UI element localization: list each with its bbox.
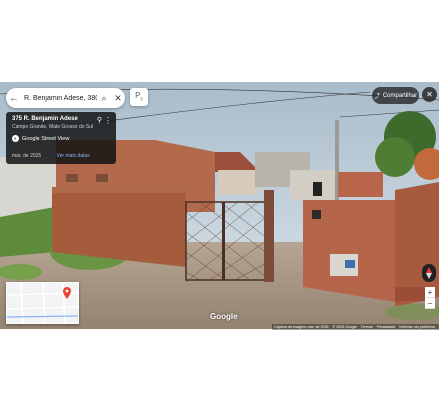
- card-city: Campo Grande, Mato Grosso do Sul: [12, 124, 94, 130]
- compass-icon[interactable]: [422, 264, 436, 282]
- search-bar[interactable]: ← R. Benjamin Adese, 380 - Jard ⌕ ✕: [6, 88, 125, 108]
- close-icon: ✕: [426, 90, 433, 99]
- map-footer: Captura da imagem: mar. de 2025 © 2025 G…: [272, 324, 439, 330]
- exit-street-view-button[interactable]: ✕: [422, 87, 437, 102]
- mini-map[interactable]: [6, 282, 79, 324]
- pegman-button[interactable]: Ps: [130, 88, 148, 106]
- search-icon[interactable]: ⌕: [97, 93, 111, 104]
- pegman-icon: Ps: [135, 91, 143, 103]
- copyright: © 2025 Google: [332, 325, 357, 329]
- card-dates-row: mar. de 2025 Ver mais datas: [12, 153, 110, 159]
- mini-map-roads: [7, 283, 78, 323]
- street-view-brand-label: Google Street View: [22, 135, 70, 142]
- pin-icon[interactable]: ⚲: [97, 116, 102, 124]
- street-view-brand: ◐ Google Street View: [12, 135, 110, 142]
- close-icon[interactable]: ✕: [111, 93, 125, 104]
- zoom-controls: + −: [425, 287, 435, 309]
- capture-date: mar. de 2025: [12, 153, 42, 159]
- search-input[interactable]: R. Benjamin Adese, 380 - Jard: [22, 95, 97, 102]
- card-address: 375 R. Benjamin Adese: [12, 116, 78, 122]
- location-info-card: ⚲ ⋮ 375 R. Benjamin Adese Campo Grande, …: [6, 112, 116, 164]
- report-problem-link[interactable]: Informar um problema: [399, 325, 434, 329]
- more-vert-icon[interactable]: ⋮: [104, 116, 112, 125]
- more-dates-link[interactable]: Ver mais datas: [57, 153, 90, 159]
- share-button[interactable]: ⤴ Compartilhar: [372, 87, 419, 104]
- capture-info: Captura da imagem: mar. de 2025: [274, 325, 329, 329]
- terms-link[interactable]: Termos: [361, 325, 373, 329]
- share-icon: ⤴: [373, 94, 380, 100]
- zoom-in-button[interactable]: +: [425, 287, 435, 298]
- zoom-out-button[interactable]: −: [425, 298, 435, 309]
- google-logo: Google: [210, 312, 238, 321]
- privacy-link[interactable]: Privacidade: [377, 325, 396, 329]
- street-view-logo-icon: ◐: [12, 135, 19, 142]
- share-label: Compartilhar: [382, 92, 418, 99]
- arrow-left-icon[interactable]: ←: [6, 93, 22, 104]
